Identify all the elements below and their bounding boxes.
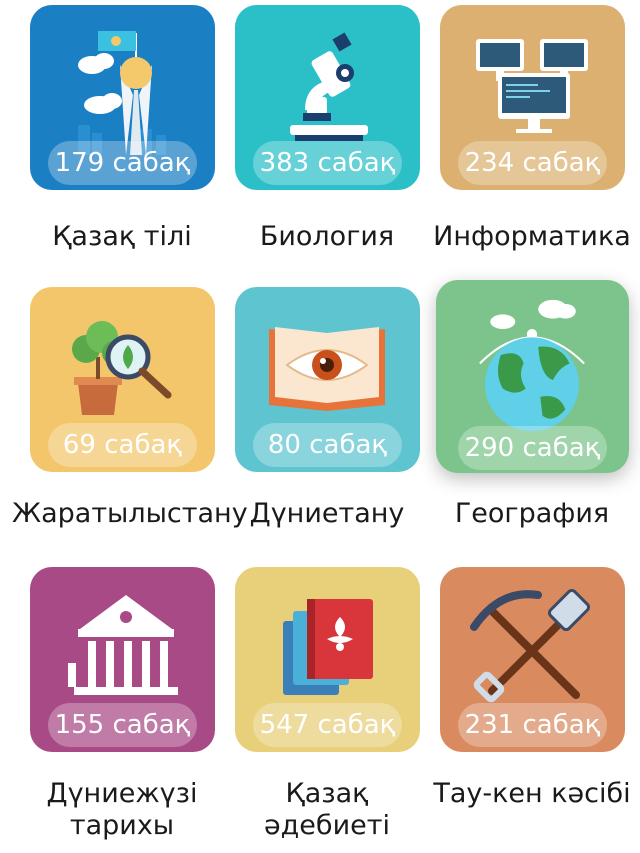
subject-tile[interactable]: 69 сабақ [30, 287, 215, 472]
subject-tile[interactable]: 234 сабақ [440, 5, 625, 190]
lesson-count: 179 сабақ [48, 141, 197, 185]
subject-label-line-1: Дүниежүзі [46, 778, 198, 809]
subject-label-line-1: Қазақ [285, 778, 369, 809]
subject-label: Қазақ әдебиеті [217, 778, 437, 842]
lesson-count: 383 сабақ [253, 141, 402, 185]
subject-label: Қазақ тілі [52, 221, 192, 252]
subject-label: Информатика [433, 221, 631, 252]
lesson-count: 80 сабақ [253, 423, 402, 467]
lesson-count: 234 сабақ [458, 141, 607, 185]
subject-label: Тау-кен кәсібі [433, 778, 631, 809]
subject-label: География [454, 498, 610, 529]
subject-label-line-2: әдебиеті [264, 810, 390, 841]
subject-tile[interactable]: 80 сабақ [235, 287, 420, 472]
lesson-count: 69 сабақ [48, 423, 197, 467]
lesson-count: 547 сабақ [253, 703, 402, 747]
subject-tile[interactable]: 383 сабақ [235, 5, 420, 190]
lesson-count: 290 сабақ [458, 426, 607, 470]
subject-label: Дүниетану [249, 498, 405, 529]
lesson-count: 155 сабақ [48, 703, 197, 747]
subjects-grid: 179 сабақ Қазақ тілі 383 сабақ Биология [0, 0, 640, 853]
subject-tile[interactable]: 155 сабақ [30, 567, 215, 752]
subject-tile[interactable]: 290 сабақ [436, 280, 629, 473]
subject-tile[interactable]: 547 сабақ [235, 567, 420, 752]
lesson-count: 231 сабақ [458, 703, 607, 747]
subject-label: Жаратылыстану [12, 498, 248, 529]
subject-label: Дүниежүзі тарихы [12, 778, 232, 842]
subject-tile[interactable]: 179 сабақ [30, 5, 215, 190]
subject-label-line-2: тарихы [69, 810, 175, 841]
subject-tile[interactable]: 231 сабақ [440, 567, 625, 752]
subject-label: Биология [259, 221, 395, 252]
